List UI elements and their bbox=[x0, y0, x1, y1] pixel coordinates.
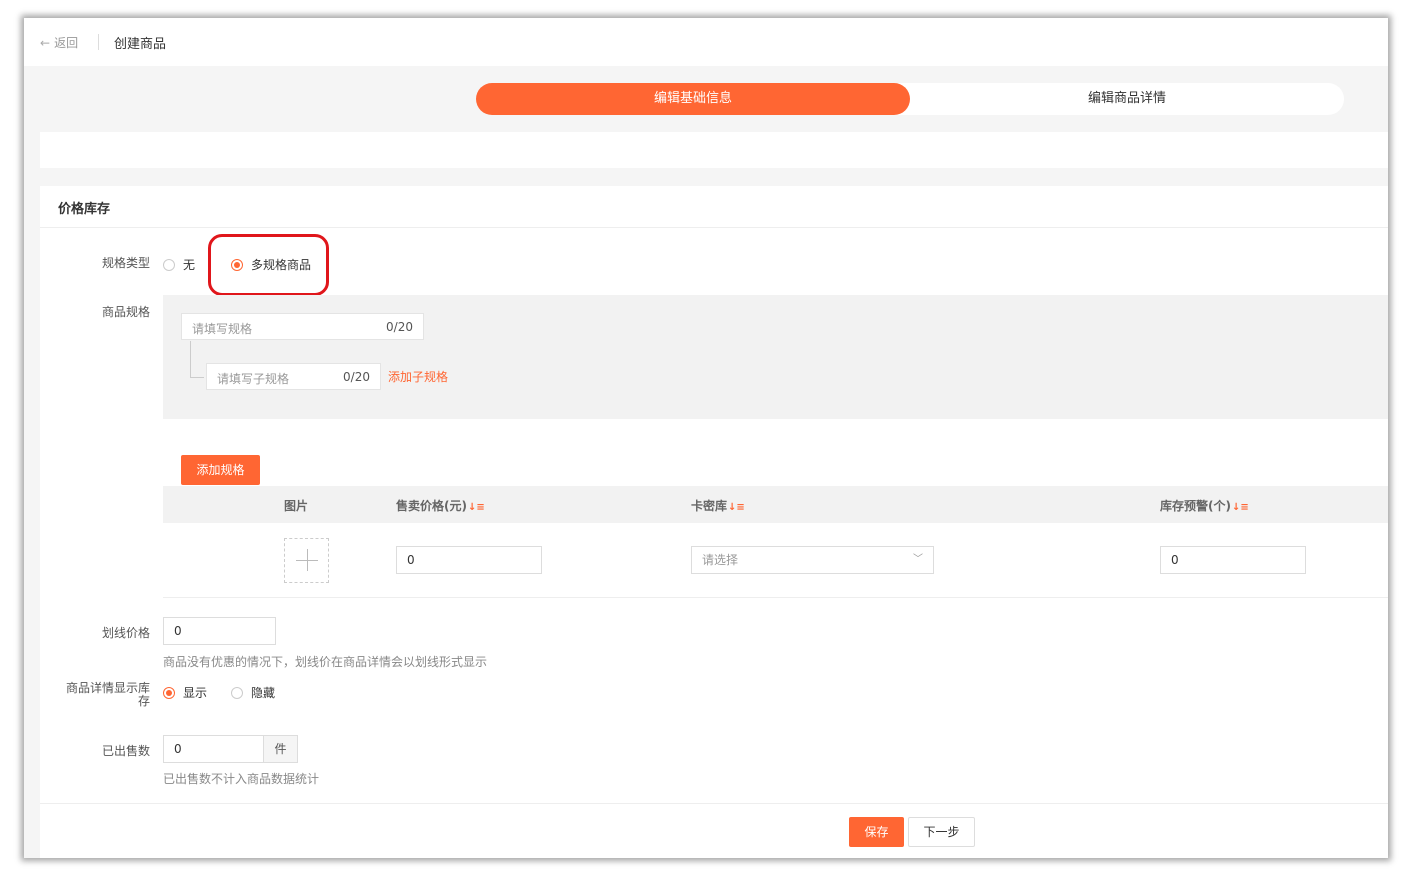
tab-edit-product-details[interactable]: 编辑商品详情 bbox=[910, 83, 1344, 115]
column-header-price-label: 售卖价格(元) bbox=[396, 499, 467, 513]
sort-icon[interactable]: ↓≡ bbox=[1232, 502, 1249, 513]
sold-count-hint: 已出售数不计入商品数据统计 bbox=[163, 772, 320, 786]
sort-icon[interactable]: ↓≡ bbox=[728, 502, 745, 513]
column-header-card[interactable]: 卡密库↓≡ bbox=[691, 497, 745, 514]
annotation-highlight bbox=[208, 234, 329, 296]
back-link[interactable]: ← 返回 bbox=[40, 34, 78, 51]
sub-spec-input-placeholder: 请填写子规格 bbox=[217, 372, 290, 386]
show-stock-option-show[interactable]: 显示 bbox=[163, 684, 207, 701]
strike-price-input[interactable]: 0 bbox=[163, 617, 276, 645]
sold-count-unit: 件 bbox=[263, 735, 298, 763]
radio-label: 无 bbox=[183, 258, 196, 272]
save-button[interactable]: 保存 bbox=[849, 817, 904, 847]
spec-input-placeholder: 请填写规格 bbox=[192, 322, 253, 336]
card-select-placeholder: 请选择 bbox=[702, 553, 739, 567]
sold-count-label: 已出售数 bbox=[101, 744, 150, 758]
section-title: 价格库存 bbox=[58, 202, 111, 217]
sort-icon[interactable]: ↓≡ bbox=[468, 502, 485, 513]
radio-icon bbox=[231, 686, 244, 699]
column-header-stock-alert-label: 库存预警(个) bbox=[1160, 499, 1231, 513]
page-title: 创建商品 bbox=[114, 37, 167, 52]
app-window: ← 返回 创建商品 编辑基础信息 编辑商品详情 价格库存 规格类型 无 多规格商… bbox=[24, 18, 1388, 858]
image-upload-button[interactable] bbox=[284, 538, 329, 583]
blank-panel bbox=[40, 132, 1388, 168]
sub-spec-input[interactable]: 请填写子规格 0/20 bbox=[206, 363, 381, 390]
show-stock-label: 商品详情显示库 存 bbox=[40, 682, 150, 708]
tree-connector bbox=[190, 377, 204, 378]
column-header-price[interactable]: 售卖价格(元)↓≡ bbox=[396, 497, 485, 514]
arrow-left-icon: ← bbox=[40, 35, 51, 50]
sub-spec-input-count: 0/20 bbox=[343, 370, 370, 384]
radio-checked-icon bbox=[163, 686, 175, 699]
tab-edit-basic-info[interactable]: 编辑基础信息 bbox=[476, 83, 910, 115]
product-spec-label: 商品规格 bbox=[101, 305, 150, 319]
back-label: 返回 bbox=[54, 36, 79, 50]
footer-divider bbox=[40, 803, 1388, 804]
tree-connector bbox=[190, 341, 191, 377]
top-bar: ← 返回 创建商品 bbox=[24, 18, 1388, 66]
price-stock-panel: 价格库存 规格类型 无 多规格商品 商品规格 请填写规格 0/20 请填写子规格… bbox=[40, 186, 1388, 858]
spec-name-input[interactable]: 请填写规格 0/20 bbox=[181, 313, 424, 340]
chevron-down-icon: ﹀ bbox=[913, 554, 923, 565]
card-library-select[interactable]: 请选择 ﹀ bbox=[691, 546, 934, 574]
price-input[interactable]: 0 bbox=[396, 546, 542, 574]
sku-table-header: 图片 售卖价格(元)↓≡ 卡密库↓≡ 库存预警(个)↓≡ bbox=[163, 486, 1388, 523]
spec-type-label: 规格类型 bbox=[101, 256, 150, 270]
column-header-card-label: 卡密库 bbox=[691, 499, 728, 513]
radio-label: 隐藏 bbox=[251, 686, 276, 700]
next-step-button[interactable]: 下一步 bbox=[908, 817, 975, 847]
show-stock-label-line2: 存 bbox=[137, 694, 150, 708]
spec-type-option-none[interactable]: 无 bbox=[163, 256, 195, 273]
radio-icon bbox=[163, 258, 175, 271]
add-spec-button[interactable]: 添加规格 bbox=[181, 455, 260, 485]
show-stock-label-line1: 商品详情显示库 bbox=[65, 681, 150, 695]
divider bbox=[98, 34, 99, 50]
sold-count-input[interactable]: 0 bbox=[163, 735, 264, 763]
column-header-image: 图片 bbox=[284, 499, 309, 513]
plus-icon bbox=[307, 549, 308, 571]
show-stock-option-hide[interactable]: 隐藏 bbox=[231, 684, 275, 701]
radio-label: 显示 bbox=[183, 686, 208, 700]
column-header-stock-alert[interactable]: 库存预警(个)↓≡ bbox=[1160, 497, 1249, 514]
strike-price-label: 划线价格 bbox=[101, 626, 150, 640]
section-header: 价格库存 bbox=[40, 186, 1388, 228]
stock-alert-input[interactable]: 0 bbox=[1160, 546, 1306, 574]
step-tabs: 编辑基础信息 编辑商品详情 bbox=[476, 83, 1344, 115]
add-sub-spec-link[interactable]: 添加子规格 bbox=[388, 368, 448, 385]
spec-input-count: 0/20 bbox=[386, 320, 413, 334]
show-stock-radio-group: 显示 隐藏 bbox=[163, 684, 275, 701]
strike-price-hint: 商品没有优惠的情况下，划线价在商品详情会以划线形式显示 bbox=[163, 655, 488, 669]
table-row-divider bbox=[163, 597, 1388, 598]
